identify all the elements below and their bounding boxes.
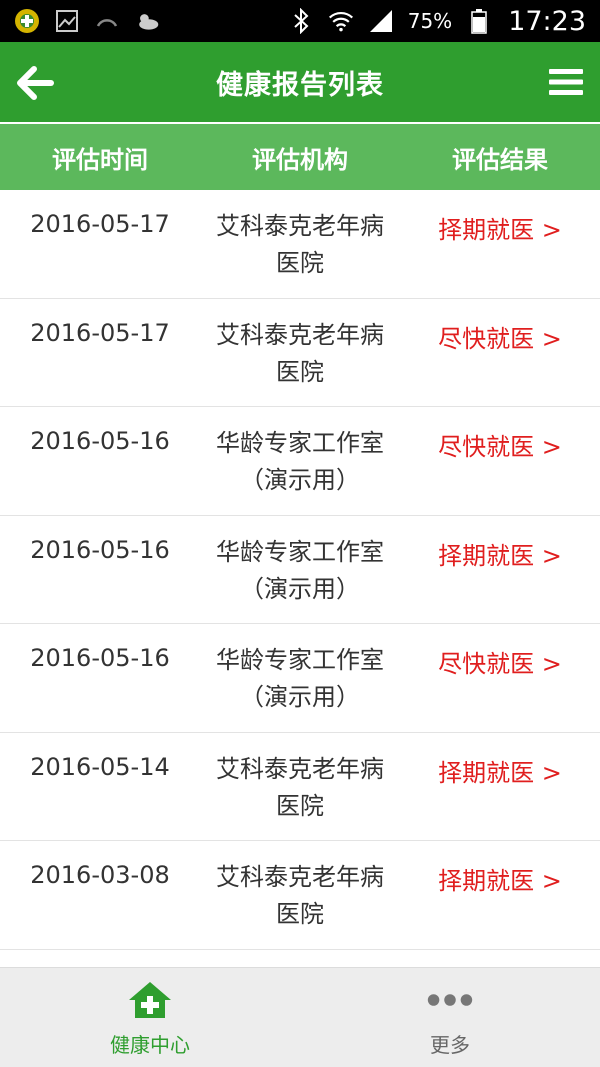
house-plus-icon: [127, 977, 173, 1023]
report-org: 艾科泰克老年病 医院: [200, 190, 400, 282]
hamburger-menu-icon: [549, 69, 583, 95]
nav-health-center[interactable]: 健康中心: [0, 968, 300, 1067]
menu-button[interactable]: [546, 62, 586, 102]
report-result-link[interactable]: 择期就医 >: [400, 733, 600, 788]
wifi-icon: [328, 8, 354, 34]
report-org-line1: 华龄专家工作室: [216, 537, 384, 566]
report-row[interactable]: 2016-05-17 艾科泰克老年病 医院 择期就医 >: [0, 190, 600, 299]
report-org-line2: 医院: [276, 900, 324, 928]
signal-icon: [368, 8, 394, 34]
report-org: 艾科泰克老年病 医院: [200, 841, 400, 933]
report-result-link[interactable]: 择期就医 >: [400, 841, 600, 896]
app-notification-icon: [14, 8, 40, 34]
report-org: 华龄专家工作室 （演示用）: [200, 407, 400, 499]
report-result-link[interactable]: 择期就医 >: [400, 516, 600, 571]
report-org-line2: 医院: [276, 791, 324, 820]
report-org: 华龄专家工作室 （演示用）: [200, 516, 400, 608]
column-time-header: 评估时间: [52, 145, 148, 174]
report-org-line2: （演示用）: [240, 683, 360, 711]
nav-more-label: 更多: [430, 1033, 470, 1057]
battery-icon: [466, 8, 492, 34]
report-result-link[interactable]: 尽快就医 >: [400, 407, 600, 462]
report-result-link[interactable]: 尽快就医 >: [400, 299, 600, 354]
report-list: 2016-05-17 艾科泰克老年病 医院 择期就医 > 2016-05-17 …: [0, 190, 600, 950]
bottom-nav: 健康中心 更多: [0, 967, 600, 1067]
report-org-line2: （演示用）: [240, 466, 360, 494]
report-date: 2016-03-08: [30, 861, 170, 889]
report-row[interactable]: 2016-05-16 华龄专家工作室 （演示用） 尽快就医 >: [0, 407, 600, 516]
report-row[interactable]: 2016-05-17 艾科泰克老年病 医院 尽快就医 >: [0, 298, 600, 407]
report-date: 2016-05-16: [30, 535, 170, 564]
nav-health-center-label: 健康中心: [110, 1033, 190, 1057]
report-org-line1: 华龄专家工作室: [216, 429, 384, 457]
report-org: 华龄专家工作室 （演示用）: [200, 624, 400, 716]
back-button[interactable]: [14, 62, 56, 104]
report-row[interactable]: 2016-05-16 华龄专家工作室 （演示用） 尽快就医 >: [0, 624, 600, 733]
status-right-icons: 75% 17:23: [288, 6, 586, 37]
report-row[interactable]: 2016-03-08 艾科泰克老年病 医院 择期就医 >: [0, 841, 600, 950]
clock: 17:23: [508, 5, 586, 37]
report-org-line1: 艾科泰克老年病: [216, 212, 384, 240]
report-org: 艾科泰克老年病 医院: [200, 733, 400, 825]
report-result-link[interactable]: 择期就医 >: [400, 190, 600, 245]
report-org-line2: 医院: [276, 357, 324, 386]
report-date: 2016-05-16: [30, 427, 170, 455]
column-result-header: 评估结果: [452, 145, 548, 174]
report-org-line1: 艾科泰克老年病: [216, 863, 384, 891]
report-row[interactable]: 2016-05-16 华龄专家工作室 （演示用） 择期就医 >: [0, 515, 600, 624]
report-org-line1: 华龄专家工作室: [216, 646, 384, 674]
sync-icon: [94, 8, 120, 34]
page-title: 健康报告列表: [216, 69, 384, 101]
report-result-link[interactable]: 尽快就医 >: [400, 624, 600, 679]
column-header: 评估时间 评估机构 评估结果: [0, 124, 600, 190]
app-header: 健康报告列表: [0, 42, 600, 122]
nav-more[interactable]: 更多: [300, 968, 600, 1067]
gallery-icon: [54, 8, 80, 34]
report-org-line2: （演示用）: [240, 574, 360, 603]
report-date: 2016-05-17: [30, 210, 170, 238]
battery-percent: 75%: [407, 9, 453, 33]
report-org-line2: 医院: [276, 249, 324, 277]
report-org-line1: 艾科泰克老年病: [216, 754, 384, 783]
weather-icon: [134, 8, 160, 34]
report-date: 2016-05-14: [30, 752, 170, 781]
report-row[interactable]: 2016-05-14 艾科泰克老年病 医院 择期就医 >: [0, 732, 600, 841]
report-org-line1: 艾科泰克老年病: [216, 320, 384, 349]
report-date: 2016-05-16: [30, 644, 170, 672]
bluetooth-icon: [288, 8, 314, 34]
report-date: 2016-05-17: [30, 318, 170, 347]
three-dots-icon: [427, 977, 473, 1023]
arrow-left-icon: [17, 66, 54, 100]
report-org: 艾科泰克老年病 医院: [200, 299, 400, 391]
status-bar: 75% 17:23: [0, 0, 600, 42]
column-org-header: 评估机构: [252, 145, 348, 174]
status-left-icons: [14, 8, 160, 34]
